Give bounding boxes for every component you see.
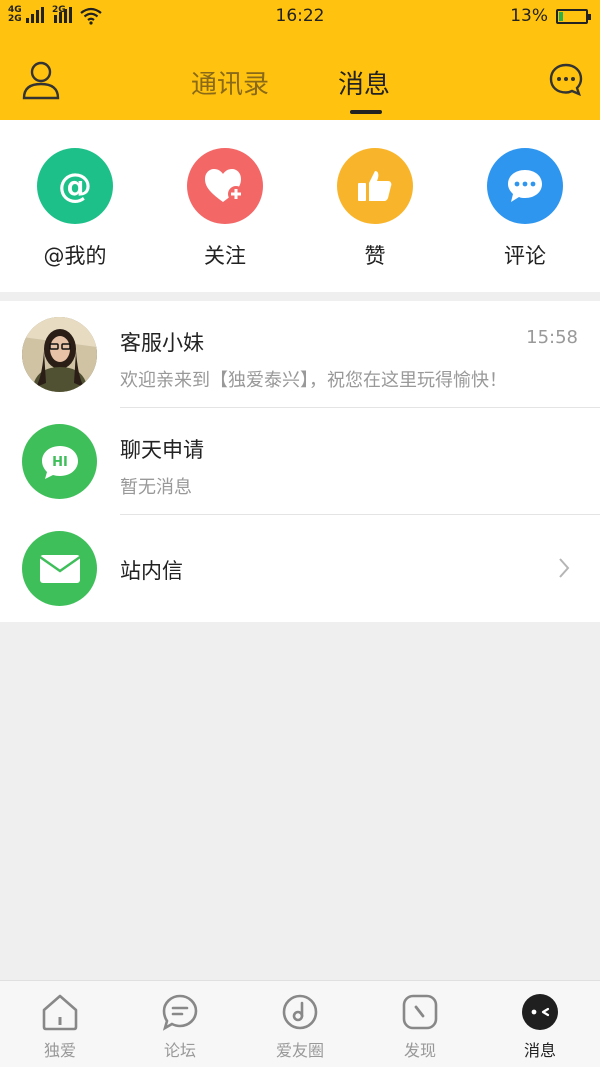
nav-label: 爱友圈 (275, 1041, 324, 1060)
battery-icon (556, 9, 591, 24)
quick-label: 赞 (364, 244, 386, 268)
quick-at-me[interactable]: @ @我的 (0, 148, 150, 270)
nav-label: 独爱 (43, 1041, 76, 1060)
hi-badge-text: HI (52, 455, 68, 470)
message-preview: 暂无消息 (120, 477, 192, 498)
thumbs-up-icon (337, 148, 413, 224)
message-title: 聊天申请 (120, 438, 204, 462)
comment-icon (487, 148, 563, 224)
quick-actions: @ @我的 关注 赞 评论 (0, 120, 600, 292)
compass-icon (402, 994, 438, 1030)
message-title: 客服小妹 (120, 331, 204, 355)
forum-icon (162, 994, 198, 1031)
avatar (22, 317, 97, 392)
quick-comment[interactable]: 评论 (450, 148, 600, 270)
heart-plus-icon (187, 148, 263, 224)
hi-bubble-icon: HI (22, 424, 97, 499)
message-title: 站内信 (120, 559, 183, 583)
nav-label: 论坛 (163, 1041, 196, 1060)
user-icon[interactable] (22, 60, 60, 100)
nav-forum[interactable]: 论坛 (120, 993, 240, 1061)
nav-home[interactable]: 独爱 (0, 993, 120, 1061)
battery-level (559, 12, 563, 21)
chevron-right-icon (559, 558, 570, 578)
at-icon: @ (37, 148, 113, 224)
active-tab-indicator (350, 110, 382, 114)
message-time: 15:58 (526, 327, 578, 348)
nav-label: 消息 (523, 1041, 556, 1060)
tab-messages[interactable]: 消息 (338, 64, 390, 101)
home-icon (42, 994, 78, 1031)
nav-discover[interactable]: 发现 (360, 993, 480, 1061)
chat-bubble-icon[interactable] (548, 62, 584, 98)
nav-messages[interactable]: 消息 (480, 993, 600, 1061)
quick-label: @我的 (43, 244, 107, 268)
list-item-customer-service[interactable]: 客服小妹 15:58 欢迎亲来到【独爱泰兴】，祝您在这里玩得愉快！ (0, 301, 600, 408)
music-circle-icon (282, 994, 318, 1030)
quick-follow[interactable]: 关注 (150, 148, 300, 270)
svg-text:@: @ (58, 166, 92, 206)
message-face-icon (522, 994, 558, 1030)
header: 通讯录 消息 (0, 32, 600, 120)
status-bar: 4G 2G 2G 16:22 13% (0, 0, 600, 32)
top-bar: 4G 2G 2G 16:22 13% 通讯录 消息 (0, 0, 600, 120)
quick-like[interactable]: 赞 (300, 148, 450, 270)
bottom-nav: 独爱 论坛 爱友圈 发现 消息 (0, 980, 600, 1067)
quick-label: 关注 (204, 244, 246, 268)
nav-label: 发现 (403, 1041, 436, 1060)
list-item-inbox[interactable]: 站内信 (0, 515, 600, 622)
tab-contacts[interactable]: 通讯录 (191, 64, 269, 101)
battery-percent: 13% (510, 6, 548, 26)
list-item-chat-requests[interactable]: HI 聊天申请 暂无消息 (0, 408, 600, 515)
quick-label: 评论 (504, 244, 546, 268)
message-preview: 欢迎亲来到【独爱泰兴】，祝您在这里玩得愉快！ (120, 370, 507, 391)
envelope-icon (22, 531, 97, 606)
message-list: 客服小妹 15:58 欢迎亲来到【独爱泰兴】，祝您在这里玩得愉快！ HI 聊天申… (0, 301, 600, 622)
nav-friends-circle[interactable]: 爱友圈 (240, 993, 360, 1061)
